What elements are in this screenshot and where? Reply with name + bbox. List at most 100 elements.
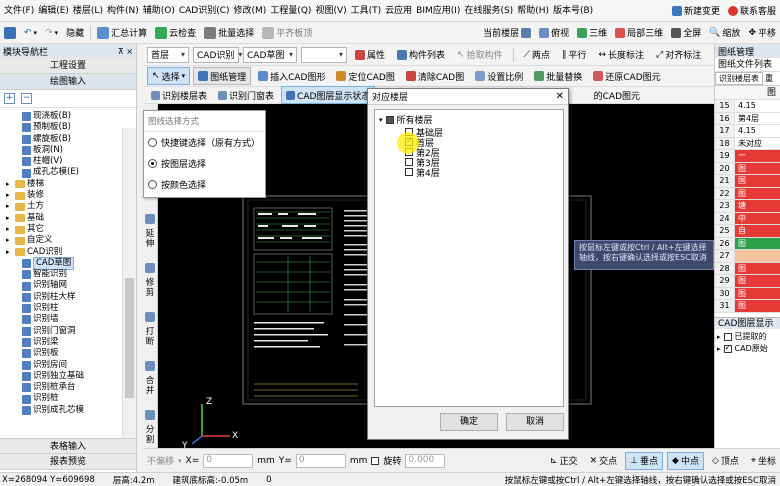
batch-select-button[interactable]: 批量选择 xyxy=(200,24,258,42)
menu-item[interactable]: 文件(F) xyxy=(2,0,36,22)
tree-item[interactable]: ▸ 土方 xyxy=(0,201,136,212)
vertical-tool[interactable]: 延 伸 xyxy=(142,214,158,249)
expand-icon[interactable]: ▸ xyxy=(6,224,13,235)
mid-button[interactable]: ◆ 中点 xyxy=(667,451,704,470)
tree-item[interactable]: 柱帽(V) xyxy=(0,156,136,167)
floor-checkbox[interactable] xyxy=(405,168,413,176)
three-d-button[interactable]: 三维 xyxy=(573,24,611,42)
align-mark-button[interactable]: ⤢ 对齐标注 xyxy=(652,46,705,64)
menu-item[interactable]: BIM应用(I) xyxy=(414,0,462,22)
zoom-button[interactable]: 🔍 缩放 xyxy=(705,24,744,42)
drawing-input-button[interactable]: 绘图输入 xyxy=(0,74,136,90)
tree-item[interactable]: ▸ 自定义 xyxy=(0,235,136,246)
table-row[interactable]: 21 国 xyxy=(715,175,780,188)
pin-close-icon[interactable]: ⊼ × xyxy=(118,47,133,56)
menu-item[interactable]: 云应用 xyxy=(383,0,414,22)
locate-cad-button[interactable]: 定位CAD图 xyxy=(332,67,398,85)
root-checkbox[interactable] xyxy=(385,115,394,124)
layer-item[interactable]: ▸ 已提取的 xyxy=(717,331,778,343)
menu-item[interactable]: 楼层(L) xyxy=(71,0,105,22)
component-list-button[interactable]: 构件列表 xyxy=(393,46,449,64)
table-row[interactable]: 16 第4层 xyxy=(715,112,780,125)
view-mode-button[interactable]: 俯视 xyxy=(535,24,573,42)
vertical-tool[interactable]: 分 割 xyxy=(142,410,158,445)
clear-cad-button[interactable]: 清除CAD图 xyxy=(402,67,468,85)
layer-checkbox[interactable] xyxy=(723,332,732,341)
intersect-button[interactable]: ✕ 交点 xyxy=(586,452,622,470)
tree-item[interactable]: 板洞(N) xyxy=(0,145,136,156)
perp-button[interactable]: ⊥ 垂点 xyxy=(625,451,664,470)
collapse-arrow-icon[interactable]: ▾ xyxy=(379,116,383,124)
cad-recognize-select[interactable]: CAD识别 xyxy=(193,46,239,63)
new-change-button[interactable]: 新建变更 xyxy=(668,2,724,20)
contact-button[interactable]: 联系客服 xyxy=(724,2,780,20)
two-points-button[interactable]: ⟋ 两点 xyxy=(520,46,554,64)
expand-icon[interactable]: ▸ xyxy=(6,235,13,246)
restore-cad-button[interactable]: 还原CAD图元 xyxy=(589,67,664,85)
layer-item[interactable]: ▸ CAD原始 xyxy=(717,343,778,355)
hide-button[interactable]: 隐藏 xyxy=(62,24,88,42)
vertex-button[interactable]: ◇ 顶点 xyxy=(708,452,743,470)
redo-button[interactable]: ↷ ▾ xyxy=(41,24,62,42)
tree-scrollbar[interactable] xyxy=(122,128,136,456)
vertical-tool[interactable]: 修 剪 xyxy=(142,263,158,298)
tree-item[interactable]: 识别梁 xyxy=(0,337,136,348)
pick-component-button[interactable]: ↖ 拾取构件 xyxy=(453,46,507,64)
project-settings-button[interactable]: 工程设置 xyxy=(0,58,136,74)
y-input[interactable]: 0 xyxy=(295,453,346,468)
tree-item[interactable]: 预制板(B) xyxy=(0,122,136,133)
cad-element-button[interactable]: 的CAD图元 xyxy=(590,86,644,104)
tree-item[interactable]: 识别柱 xyxy=(0,303,136,314)
menu-item[interactable]: 工程量(Q) xyxy=(268,0,313,22)
tree-item[interactable]: 螺旋板(B) xyxy=(0,134,136,145)
menu-item[interactable]: 帮助(H) xyxy=(515,0,551,22)
table-row[interactable]: 18 未对应 xyxy=(715,137,780,150)
parallel-button[interactable]: ∥ 平行 xyxy=(558,46,591,64)
vertical-tool[interactable]: 合 并 xyxy=(142,361,158,396)
table-row[interactable]: 17 4.15 xyxy=(715,125,780,138)
tab-more[interactable]: 重 xyxy=(763,73,775,84)
pan-button[interactable]: ✥ 平移 xyxy=(744,24,780,42)
tree-item[interactable]: ▸ 其它 xyxy=(0,224,136,235)
tree-item[interactable]: 成孔芯模(E) xyxy=(0,167,136,178)
batch-replace-button[interactable]: 批量替换 xyxy=(530,67,586,85)
line-select-option[interactable]: 快捷键选择（原有方式） xyxy=(148,136,261,149)
cloud-check-button[interactable]: 云检查 xyxy=(151,24,200,42)
table-input-button[interactable]: 表格输入 xyxy=(0,438,136,454)
menu-item[interactable]: 在线服务(S) xyxy=(462,0,515,22)
rotate-checkbox[interactable] xyxy=(371,456,380,465)
expand-icon[interactable]: ▸ xyxy=(6,247,13,258)
table-row[interactable]: 30 图 xyxy=(715,287,780,300)
vertical-tool[interactable]: 打 断 xyxy=(142,312,158,347)
expand-icon[interactable]: ▸ xyxy=(6,190,13,201)
table-row[interactable]: 29 图 xyxy=(715,275,780,288)
no-offset-button[interactable]: 不偏移 xyxy=(147,454,174,467)
tree-item[interactable]: 识别桩承台 xyxy=(0,382,136,393)
menu-item[interactable]: 视图(V) xyxy=(313,0,348,22)
table-row[interactable]: 27 xyxy=(715,250,780,263)
coord-button[interactable]: ⌖ 坐标 xyxy=(747,452,780,470)
undo-button[interactable]: ↶ ▾ xyxy=(20,24,41,42)
tree-item[interactable]: 识别独立基础 xyxy=(0,371,136,382)
cancel-button[interactable]: 取消 xyxy=(506,413,564,431)
report-preview-button[interactable]: 报表预览 xyxy=(0,454,136,470)
set-scale-button[interactable]: 设置比例 xyxy=(471,67,527,85)
cad-sketch-select[interactable]: CAD草图 xyxy=(243,46,297,63)
expand-icon[interactable]: ▸ xyxy=(6,179,13,190)
rotate-input[interactable]: 0.000 xyxy=(405,453,446,468)
table-row[interactable]: 19 一 xyxy=(715,150,780,163)
tree-item[interactable]: 识别门窗洞 xyxy=(0,326,136,337)
ok-button[interactable]: 确定 xyxy=(440,413,498,431)
menu-item[interactable]: 版本号(B) xyxy=(551,0,595,22)
tree-item[interactable]: ▸ 基础 xyxy=(0,213,136,224)
tree-item[interactable]: 智能识别 xyxy=(0,269,136,280)
expand-icon[interactable]: ▸ xyxy=(717,333,721,341)
expand-icon[interactable]: ▸ xyxy=(6,213,13,224)
x-input[interactable]: 0 xyxy=(203,453,254,468)
table-row[interactable]: 28 图 xyxy=(715,262,780,275)
menu-item[interactable]: 构件(N) xyxy=(105,0,141,22)
tree-item[interactable]: CAD草图 xyxy=(0,256,136,271)
insert-cad-button[interactable]: 插入CAD图形 xyxy=(254,67,329,85)
tree-item[interactable]: 识别桩 xyxy=(0,393,136,404)
tree-item[interactable]: 识别板 xyxy=(0,348,136,359)
